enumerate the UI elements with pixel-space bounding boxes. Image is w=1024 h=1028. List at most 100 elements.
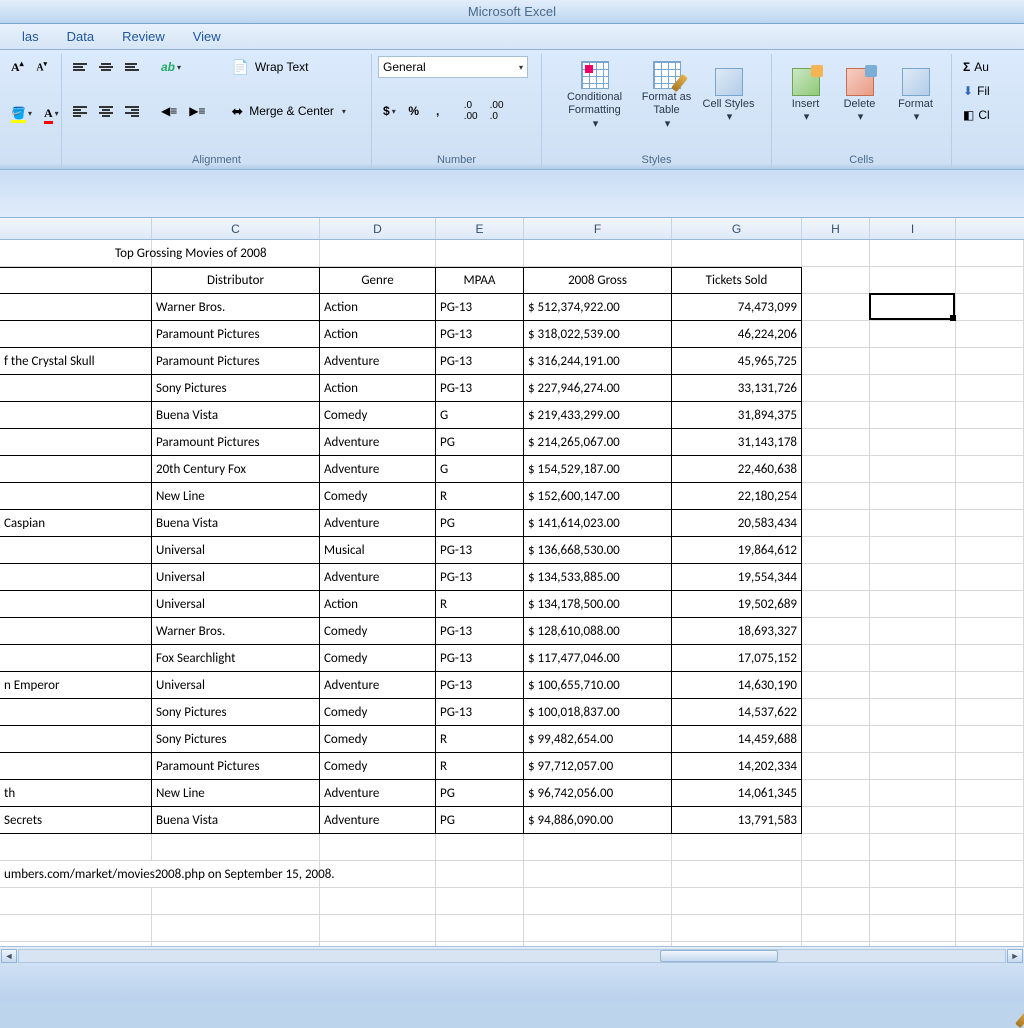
- cell-C9[interactable]: 20th Century Fox: [152, 456, 320, 483]
- cell-H15[interactable]: [802, 618, 870, 645]
- cell-E9[interactable]: G: [436, 456, 524, 483]
- cell-I2[interactable]: [870, 267, 956, 294]
- cell-I20[interactable]: [870, 753, 956, 780]
- cell-J11[interactable]: [956, 510, 1024, 537]
- column-header-G[interactable]: G: [672, 218, 802, 239]
- cell-E14[interactable]: R: [436, 591, 524, 618]
- cell-I9[interactable]: [870, 456, 956, 483]
- scrollbar-thumb[interactable]: [660, 950, 778, 962]
- cell-E23[interactable]: [436, 834, 524, 861]
- cell-F18[interactable]: $ 100,018,837.00: [524, 699, 672, 726]
- cell-G6[interactable]: 33,131,726: [672, 375, 802, 402]
- cell-F15[interactable]: $ 128,610,088.00: [524, 618, 672, 645]
- cell-G23[interactable]: [672, 834, 802, 861]
- cell-F2[interactable]: 2008 Gross: [524, 267, 672, 294]
- comma-button[interactable]: ,: [427, 100, 449, 122]
- grow-font-button[interactable]: A▴: [6, 56, 29, 78]
- cell-C13[interactable]: Universal: [152, 564, 320, 591]
- cell-F8[interactable]: $ 214,265,067.00: [524, 429, 672, 456]
- cell-I19[interactable]: [870, 726, 956, 753]
- cell-J3[interactable]: [956, 294, 1024, 321]
- cell-F9[interactable]: $ 154,529,187.00: [524, 456, 672, 483]
- cell-D25[interactable]: [320, 888, 436, 915]
- cell-B20[interactable]: [0, 753, 152, 780]
- cell-F3[interactable]: $ 512,374,922.00: [524, 294, 672, 321]
- decrease-indent-button[interactable]: ◀≡: [156, 100, 182, 122]
- cell-J26[interactable]: [956, 915, 1024, 942]
- number-format-selector[interactable]: General ▾: [378, 56, 528, 78]
- tab-data[interactable]: Data: [53, 26, 108, 47]
- align-center-button[interactable]: [94, 100, 118, 122]
- cell-F19[interactable]: $ 99,482,654.00: [524, 726, 672, 753]
- cell-C12[interactable]: Universal: [152, 537, 320, 564]
- cell-E21[interactable]: PG: [436, 780, 524, 807]
- cell-I14[interactable]: [870, 591, 956, 618]
- tab-review[interactable]: Review: [108, 26, 179, 47]
- cell-E6[interactable]: PG-13: [436, 375, 524, 402]
- cell-I6[interactable]: [870, 375, 956, 402]
- cell-F5[interactable]: $ 316,244,191.00: [524, 348, 672, 375]
- cell-I24[interactable]: [870, 861, 956, 888]
- cell-B15[interactable]: [0, 618, 152, 645]
- cell-H20[interactable]: [802, 753, 870, 780]
- cell-B8[interactable]: [0, 429, 152, 456]
- cell-B13[interactable]: [0, 564, 152, 591]
- cell-E20[interactable]: R: [436, 753, 524, 780]
- cell-H26[interactable]: [802, 915, 870, 942]
- cell-F7[interactable]: $ 219,433,299.00: [524, 402, 672, 429]
- cell-G16[interactable]: 17,075,152: [672, 645, 802, 672]
- cell-D10[interactable]: Comedy: [320, 483, 436, 510]
- cell-G8[interactable]: 31,143,178: [672, 429, 802, 456]
- cell-F12[interactable]: $ 136,668,530.00: [524, 537, 672, 564]
- cell-E3[interactable]: PG-13: [436, 294, 524, 321]
- cell-F25[interactable]: [524, 888, 672, 915]
- tab-formulas[interactable]: las: [8, 26, 53, 47]
- cell-E2[interactable]: MPAA: [436, 267, 524, 294]
- cell-B25[interactable]: [0, 888, 152, 915]
- cell-J10[interactable]: [956, 483, 1024, 510]
- cell-G22[interactable]: 13,791,583: [672, 807, 802, 834]
- cell-I25[interactable]: [870, 888, 956, 915]
- cell-C26[interactable]: [152, 915, 320, 942]
- cell-D21[interactable]: Adventure: [320, 780, 436, 807]
- cell-F11[interactable]: $ 141,614,023.00: [524, 510, 672, 537]
- increase-indent-button[interactable]: ▶≡: [184, 100, 210, 122]
- cell-J19[interactable]: [956, 726, 1024, 753]
- cell-C2[interactable]: Distributor: [152, 267, 320, 294]
- cell-B16[interactable]: [0, 645, 152, 672]
- cell-H14[interactable]: [802, 591, 870, 618]
- cell-J1[interactable]: [956, 240, 1024, 267]
- cell-G17[interactable]: 14,630,190: [672, 672, 802, 699]
- delete-cells-button[interactable]: Delete▾: [835, 56, 885, 136]
- cell-D18[interactable]: Comedy: [320, 699, 436, 726]
- cell-B22[interactable]: Secrets: [0, 807, 152, 834]
- cell-H5[interactable]: [802, 348, 870, 375]
- cell-J25[interactable]: [956, 888, 1024, 915]
- align-left-button[interactable]: [68, 100, 92, 122]
- cell-I12[interactable]: [870, 537, 956, 564]
- cell-G1[interactable]: [672, 240, 802, 267]
- cell-I3[interactable]: [870, 294, 956, 321]
- column-header-D[interactable]: D: [320, 218, 436, 239]
- cell-G9[interactable]: 22,460,638: [672, 456, 802, 483]
- cell-D14[interactable]: Action: [320, 591, 436, 618]
- cell-C19[interactable]: Sony Pictures: [152, 726, 320, 753]
- cell-J15[interactable]: [956, 618, 1024, 645]
- column-headers[interactable]: CDEFGHI: [0, 218, 1024, 240]
- cell-J21[interactable]: [956, 780, 1024, 807]
- cell-J13[interactable]: [956, 564, 1024, 591]
- font-color-button[interactable]: A▾: [39, 102, 64, 124]
- cell-B11[interactable]: Caspian: [0, 510, 152, 537]
- scrollbar-track[interactable]: [18, 949, 1006, 963]
- cell-C7[interactable]: Buena Vista: [152, 402, 320, 429]
- cell-J17[interactable]: [956, 672, 1024, 699]
- cell-F21[interactable]: $ 96,742,056.00: [524, 780, 672, 807]
- cell-I17[interactable]: [870, 672, 956, 699]
- cell-H19[interactable]: [802, 726, 870, 753]
- cell-H23[interactable]: [802, 834, 870, 861]
- cell-C14[interactable]: Universal: [152, 591, 320, 618]
- clear-button[interactable]: ◧Cl: [958, 104, 1006, 126]
- cell-J7[interactable]: [956, 402, 1024, 429]
- cell-J9[interactable]: [956, 456, 1024, 483]
- shrink-font-button[interactable]: A▾: [31, 56, 53, 78]
